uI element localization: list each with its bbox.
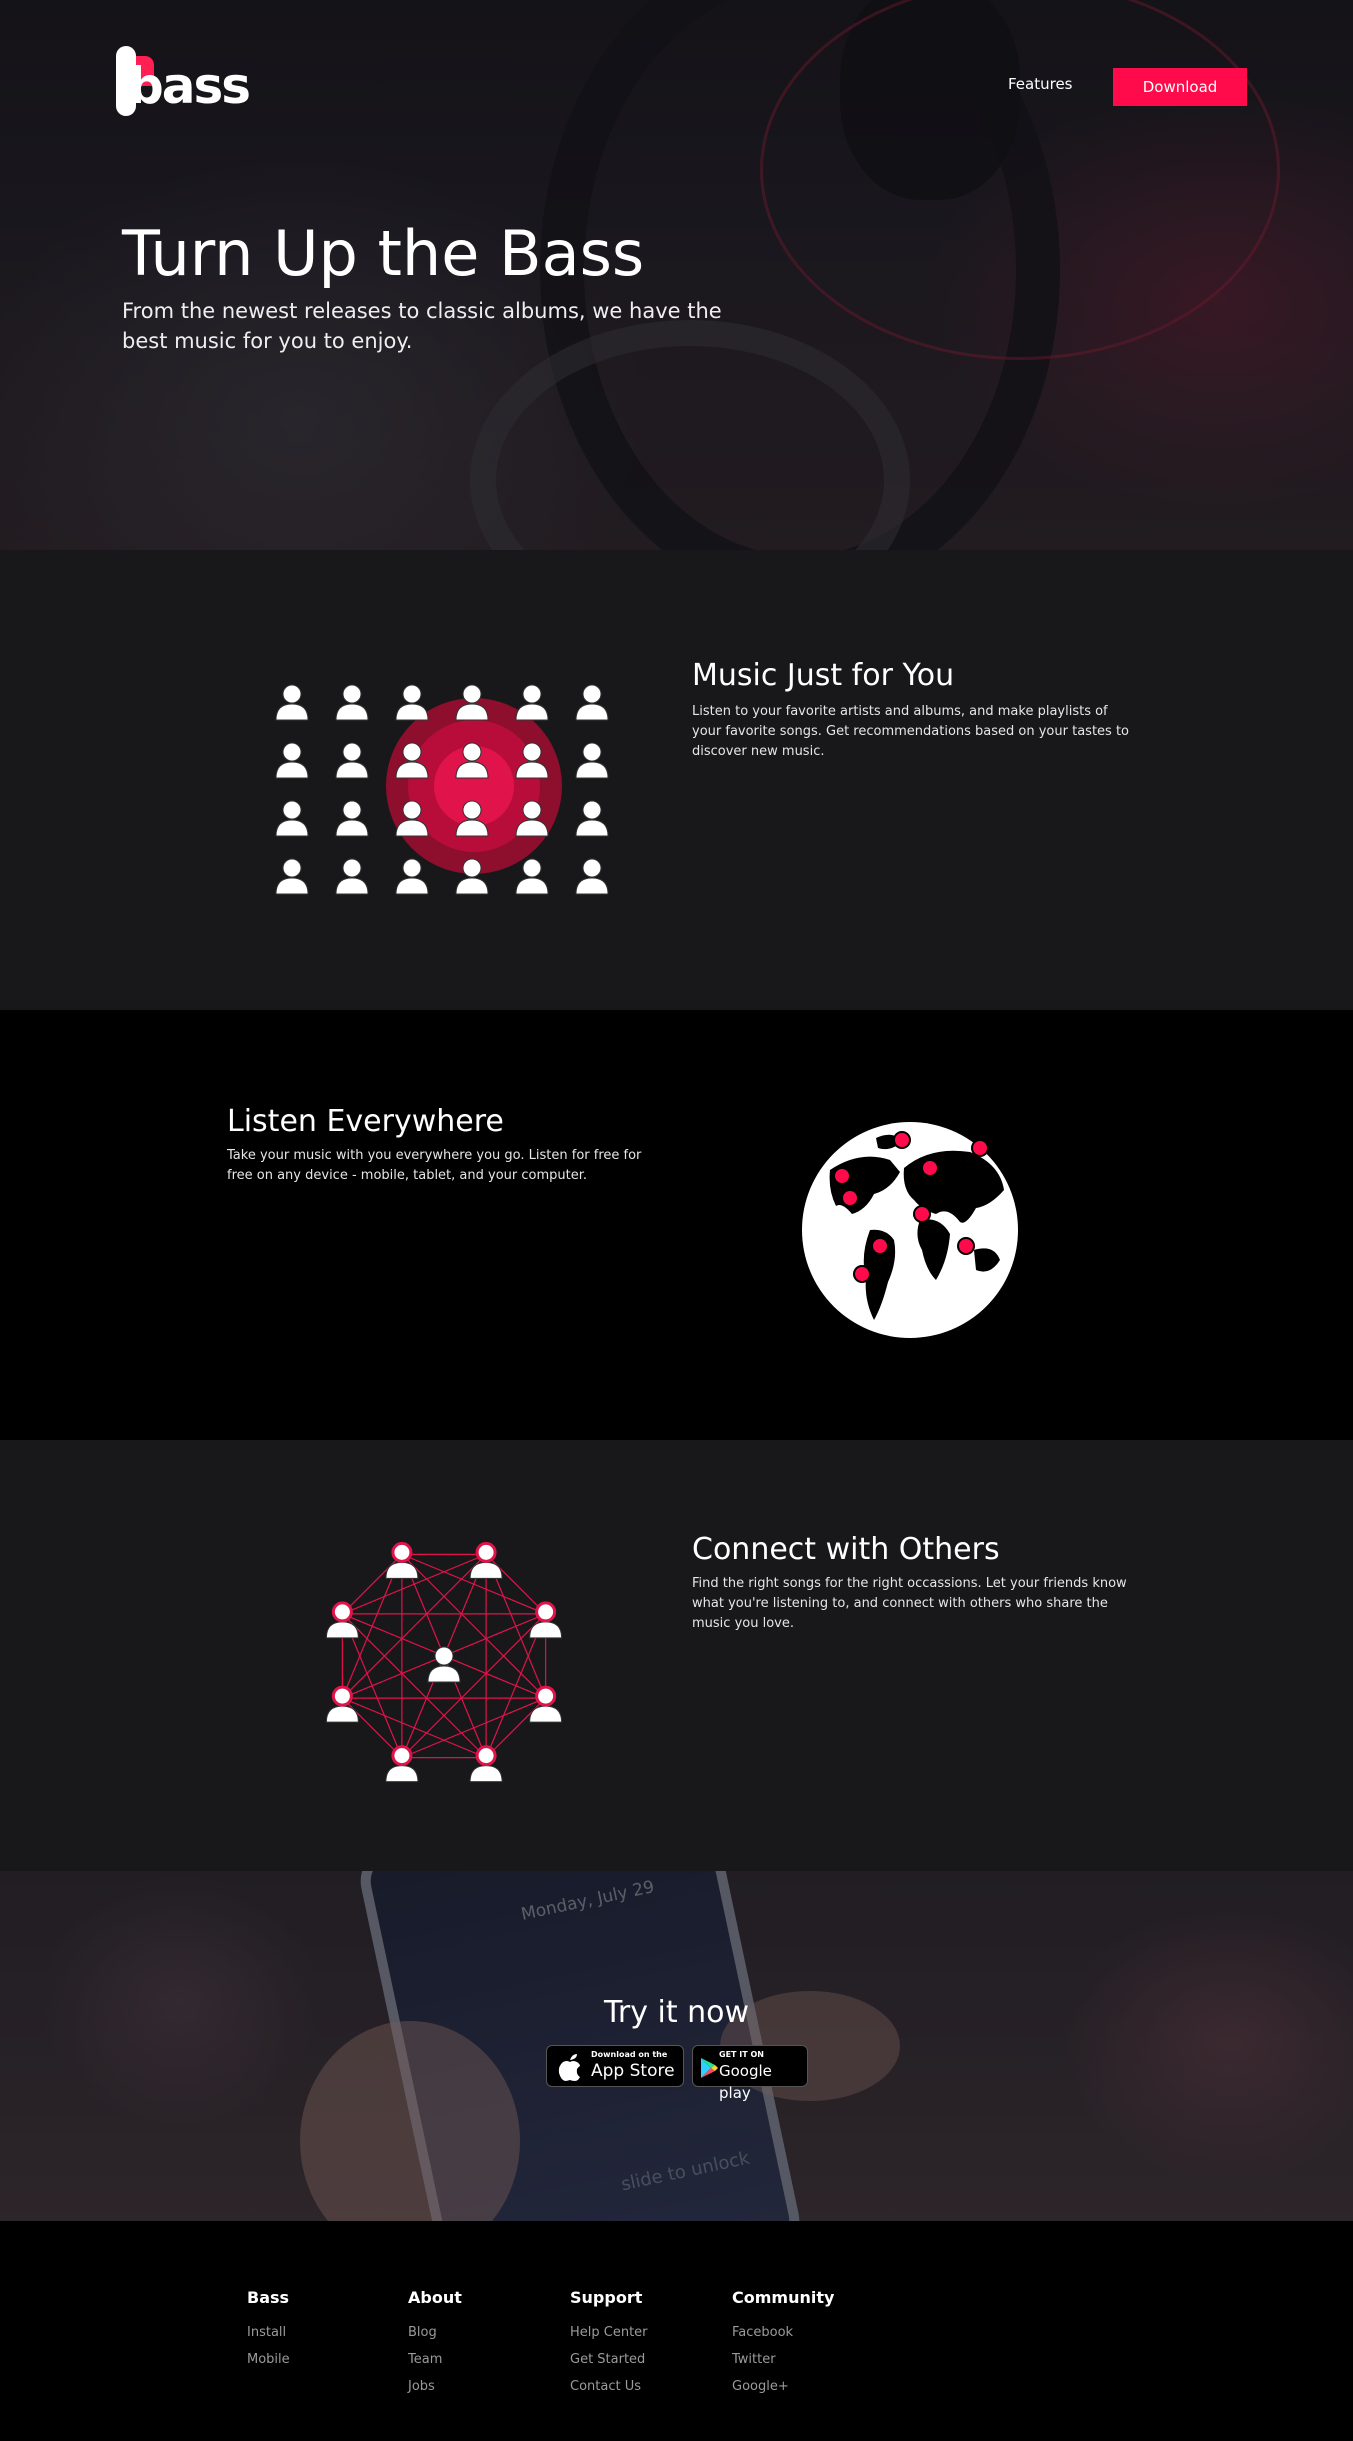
person-icon [385,1745,419,1783]
person-icon [575,858,609,895]
footer-link-install[interactable]: Install [247,2319,290,2346]
logo-text: bass [128,57,251,115]
footer-heading: About [408,2288,462,2307]
hero-section: bass Features Download Turn Up the Bass … [0,0,1353,550]
footer-link-mobile[interactable]: Mobile [247,2346,290,2373]
bass-logo[interactable]: bass [116,46,251,122]
person-icon [325,1685,359,1723]
footer-link-team[interactable]: Team [408,2346,462,2373]
person-icon [575,684,609,721]
footer-link-facebook[interactable]: Facebook [732,2319,834,2346]
person-icon [275,858,309,895]
footer-column-bass: Bass Install Mobile [247,2285,290,2373]
site-footer: Bass Install Mobile About Blog Team Jobs… [0,2221,1353,2441]
app-store-small: Download on the [591,2050,668,2059]
person-icon [335,858,369,895]
person-icon [335,800,369,837]
hero-title: Turn Up the Bass [122,217,645,290]
person-icon [575,800,609,837]
hero-subtitle: From the newest releases to classic albu… [122,299,722,353]
footer-heading: Community [732,2288,835,2307]
person-icon [335,742,369,779]
footer-link-get-started[interactable]: Get Started [570,2346,648,2373]
google-play-big: Google play [719,2062,772,2102]
feature-text: Listen to your favorite artists and albu… [692,704,1129,759]
footer-column-about: About Blog Team Jobs [408,2285,462,2400]
person-icon [395,684,429,721]
try-it-now-section: Monday, July 29 slide to unlock Try it n… [0,1871,1353,2221]
nav-features-link[interactable]: Features [1008,74,1073,94]
feature-connect-with-others: Connect with Others Find the right songs… [0,1440,1353,1871]
person-icon [275,800,309,837]
person-icon [275,742,309,779]
apple-icon [558,2054,580,2081]
cta-title: Try it now [603,1995,750,2030]
footer-link-jobs[interactable]: Jobs [408,2373,462,2400]
person-icon [515,684,549,721]
recommendation-illustration [275,684,609,895]
person-icon [385,1541,419,1579]
person-icon [529,1601,563,1639]
network-illustration [325,1541,563,1783]
person-icon [575,742,609,779]
feature-music-for-you: Music Just for You Listen to your favori… [0,550,1353,1010]
footer-column-community: Community Facebook Twitter Google+ [732,2285,834,2400]
person-icon [515,858,549,895]
feature-listen-everywhere: Listen Everywhere Take your music with y… [0,1010,1353,1440]
footer-column-support: Support Help Center Get Started Contact … [570,2285,648,2400]
google-play-small: GET IT ON [719,2050,764,2059]
feature-title: Music Just for You [692,658,955,693]
person-icon [275,684,309,721]
person-icon [335,684,369,721]
google-play-icon [701,2058,718,2078]
footer-heading: Support [570,2288,643,2307]
person-icon [325,1601,359,1639]
footer-link-contact-us[interactable]: Contact Us [570,2373,648,2400]
feature-title: Listen Everywhere [227,1104,504,1139]
person-icon [427,1646,461,1683]
person-icon [529,1685,563,1723]
footer-link-help-center[interactable]: Help Center [570,2319,648,2346]
globe-illustration [802,1122,1018,1338]
footer-heading: Bass [247,2288,290,2307]
person-icon [469,1541,503,1579]
person-icon [395,858,429,895]
download-button[interactable]: Download [1113,68,1247,106]
google-play-badge[interactable]: GET IT ON Google play [692,2045,808,2102]
feature-text: Find the right songs for the right occas… [692,1576,1127,1631]
person-icon [469,1745,503,1783]
footer-link-blog[interactable]: Blog [408,2319,462,2346]
footer-link-google-plus[interactable]: Google+ [732,2373,834,2400]
footer-link-twitter[interactable]: Twitter [732,2346,834,2373]
app-store-big: App Store [591,2061,675,2081]
feature-text: Take your music with you everywhere you … [227,1148,642,1183]
app-store-badge[interactable]: Download on the App Store [546,2045,684,2087]
feature-title: Connect with Others [692,1532,1000,1567]
